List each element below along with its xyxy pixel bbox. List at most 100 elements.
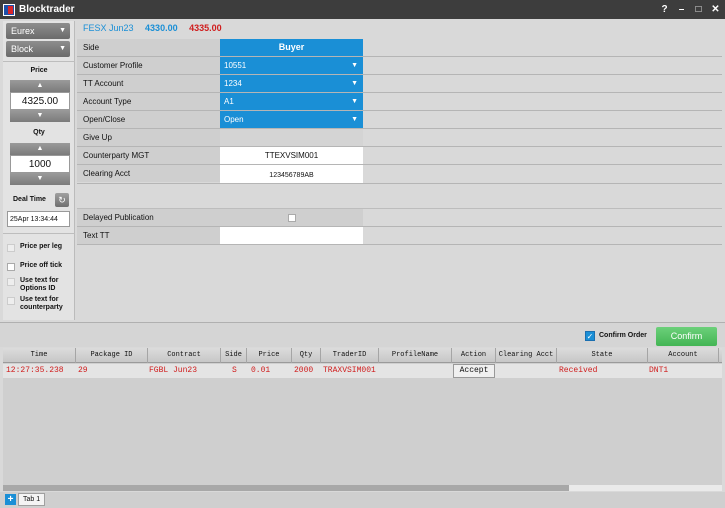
window-title: Blocktrader [19,4,75,15]
column-header-state[interactable]: State [557,348,648,363]
tt-account-value: 1234 [224,79,242,88]
side-row: Side Buyer [77,39,722,57]
column-header-qty[interactable]: Qty [292,348,321,363]
open-close-value: Open [224,115,244,124]
deal-time-input[interactable]: 25Apr 13:34:44 [7,211,70,227]
cell-qty: 2000 [294,366,314,375]
cell-package-id: 29 [78,366,88,375]
add-tab-icon[interactable]: + [5,494,16,505]
deal-time-label: Deal Time [13,196,46,203]
exchange-value: Eurex [11,26,35,36]
maximize-icon[interactable]: □ [693,3,704,16]
divider [3,233,75,234]
title-bar: Blocktrader ? – □ ✕ [0,0,725,19]
give-up-label: Give Up [77,129,220,146]
help-icon[interactable]: ? [659,3,670,16]
chevron-down-icon: ▼ [351,62,358,69]
column-header-action[interactable]: Action [452,348,496,363]
column-header-side[interactable]: Side [221,348,247,363]
confirm-order-checkbox[interactable]: ✓ [585,331,595,341]
options-id-checkbox[interactable]: Use text for Options ID [7,277,71,293]
account-type-label: Account Type [77,93,220,110]
delayed-publication-label: Delayed Publication [77,209,220,226]
chevron-down-icon: ▼ [351,80,358,87]
chevron-down-icon: ▼ [351,98,358,105]
confirm-order-label: Confirm Order [599,332,647,339]
open-close-select[interactable]: Open ▼ [220,111,363,128]
table-row[interactable]: 12:27:35.238 29 FGBL Jun23 S 0.01 2000 T… [3,364,722,378]
counterparty-row: Counterparty MGT TTEXVSIM001 [77,147,722,165]
trade-type-select[interactable]: Block ▼ [6,41,70,57]
refresh-icon[interactable]: ↻ [55,193,69,207]
grid-header: Time Package ID Contract Side Price Qty … [3,348,722,363]
chevron-down-icon: ▼ [59,27,66,34]
clearing-acct-row: Clearing Acct 123456789AB [77,165,722,184]
horizontal-scrollbar[interactable] [3,485,722,491]
give-up-row: Give Up [77,129,722,147]
scrollbar-thumb[interactable] [3,485,569,491]
accept-button[interactable]: Accept [453,364,495,378]
left-panel: Eurex ▼ Block ▼ Price ▲ 4325.00 ▼ Qty ▲ … [3,21,75,320]
counterparty-field[interactable]: TTEXVSIM001 [220,147,363,164]
qty-label: Qty [33,129,45,136]
checkbox-icon[interactable] [7,263,15,271]
tt-account-select[interactable]: 1234 ▼ [220,75,363,92]
close-icon[interactable]: ✕ [710,3,721,16]
cell-account: DNT1 [649,366,669,375]
cell-price: 0.01 [251,366,271,375]
clearing-acct-label: Clearing Acct [77,165,220,182]
chevron-down-icon: ▼ [59,45,66,52]
column-header-time[interactable]: Time [3,348,76,363]
side-label: Side [77,39,220,56]
clearing-acct-field[interactable]: 123456789AB [220,165,363,183]
cell-trader-id: TRAXVSIM001 [323,366,376,375]
qty-down-button[interactable]: ▼ [10,173,70,185]
chevron-down-icon: ▼ [351,116,358,123]
text-tt-field[interactable] [220,227,363,244]
account-type-select[interactable]: A1 ▼ [220,93,363,110]
open-close-row: Open/Close Open ▼ [77,111,722,129]
text-tt-row: Text TT [77,227,722,245]
confirm-bar: ✓ Confirm Order Confirm [0,322,725,347]
column-header-price[interactable]: Price [247,348,292,363]
tab-1[interactable]: Tab 1 [18,493,46,506]
column-header-clearing-acct[interactable]: Clearing Acct [496,348,557,363]
exchange-select[interactable]: Eurex ▼ [6,23,70,39]
checkbox-icon[interactable] [7,244,15,252]
delayed-publication-row: Delayed Publication [77,209,722,227]
price-down-button[interactable]: ▼ [10,110,70,122]
price-up-button[interactable]: ▲ [10,80,70,92]
text-tt-label: Text TT [77,227,220,244]
counterparty-label: Counterparty MGT [77,147,220,164]
price-label: Price [30,67,48,74]
tt-account-label: TT Account [77,75,220,92]
trade-type-value: Block [11,44,34,54]
delayed-publication-cell [220,209,363,226]
customer-profile-row: Customer Profile 10551 ▼ [77,57,722,75]
minimize-icon[interactable]: – [676,3,687,16]
price-off-tick-label: Price off tick [20,262,63,269]
qty-input[interactable]: 1000 [10,155,70,173]
column-header-trader-id[interactable]: TraderID [321,348,379,363]
price-per-leg-checkbox[interactable]: Price per leg [7,243,62,252]
counterparty-text-checkbox[interactable]: Use text for counterparty [7,296,71,312]
qty-up-button[interactable]: ▲ [10,143,70,155]
price-input[interactable]: 4325.00 [10,92,70,110]
column-header-contract[interactable]: Contract [148,348,221,363]
side-button[interactable]: Buyer [220,39,363,56]
column-header-account[interactable]: Account [648,348,719,363]
checkbox-icon[interactable] [7,278,15,286]
tab-bar: + Tab 1 [0,492,725,508]
customer-profile-select[interactable]: 10551 ▼ [220,57,363,74]
confirm-button[interactable]: Confirm [656,327,717,346]
give-up-field[interactable] [220,129,363,146]
price-off-tick-checkbox[interactable]: Price off tick [7,262,62,271]
delayed-publication-checkbox[interactable] [288,214,296,222]
checkbox-icon[interactable] [7,297,15,305]
column-header-package-id[interactable]: Package ID [76,348,148,363]
tt-account-row: TT Account 1234 ▼ [77,75,722,93]
instrument-name: FESX Jun23 [83,23,134,33]
divider [3,61,75,62]
column-header-profile-name[interactable]: ProfileName [379,348,452,363]
customer-profile-label: Customer Profile [77,57,220,74]
